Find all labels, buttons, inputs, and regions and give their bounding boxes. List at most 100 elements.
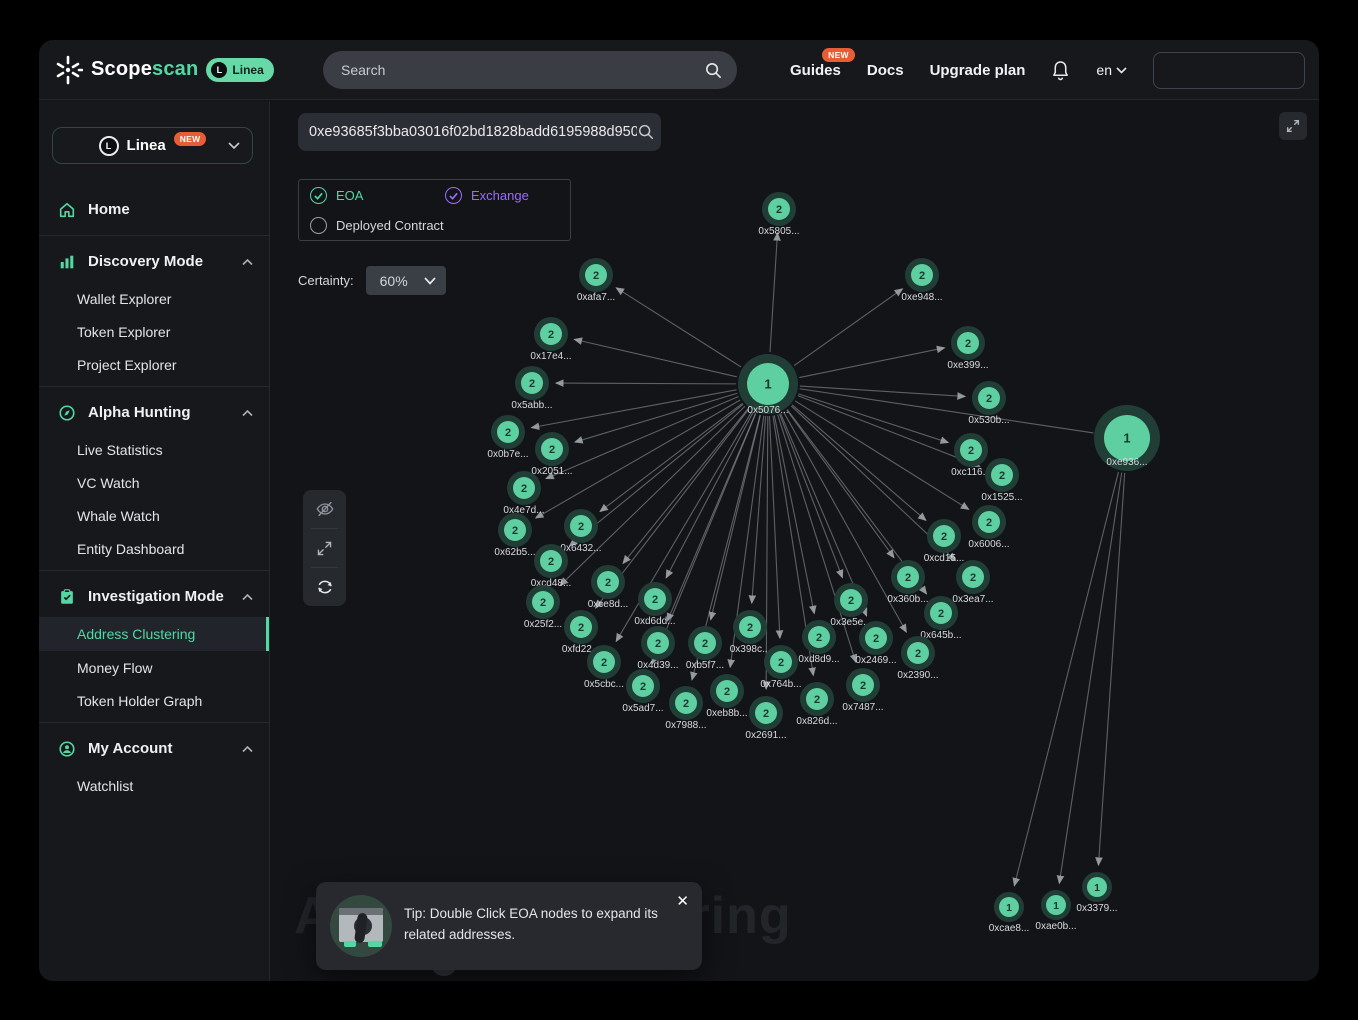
graph-node[interactable]: 20xc116... <box>951 433 991 478</box>
svg-text:2: 2 <box>763 708 769 720</box>
graph-node[interactable]: 20xeb8b... <box>706 674 747 719</box>
sidebar-item-wallet-explorer[interactable]: Wallet Explorer <box>39 282 269 315</box>
legend-eoa[interactable]: EOA <box>310 187 363 204</box>
graph-node[interactable]: 20x0b7e... <box>487 415 528 460</box>
app-window: Scopescan L Linea Search Guides NEW Docs… <box>39 40 1319 981</box>
sidebar-section-discovery-mode[interactable]: Discovery Mode <box>39 241 269 282</box>
graph-node[interactable]: 20x398c... <box>730 610 771 655</box>
sidebar-item-token-holder-graph[interactable]: Token Holder Graph <box>39 684 269 717</box>
fullscreen-button[interactable] <box>1279 112 1307 140</box>
guides-link[interactable]: Guides NEW <box>790 62 841 79</box>
graph-node[interactable]: 20xd6dd... <box>634 582 675 627</box>
sidebar-item-live-statistics[interactable]: Live Statistics <box>39 433 269 466</box>
graph-node[interactable]: 20x4d39... <box>637 626 678 671</box>
node-address-label: 0xafa7... <box>577 292 615 303</box>
svg-text:2: 2 <box>848 595 854 607</box>
header-network-badge: L Linea <box>206 58 273 82</box>
node-address-label: 0xeb8b... <box>706 708 747 719</box>
network-selector[interactable]: L Linea NEW <box>52 127 253 164</box>
svg-text:2: 2 <box>505 427 511 439</box>
graph-node[interactable]: 10x5076... <box>738 354 798 416</box>
svg-text:2: 2 <box>549 444 555 456</box>
expand-icon <box>315 539 334 558</box>
graph-node[interactable]: 20x826d... <box>796 682 837 727</box>
graph-canvas[interactable]: Address Clustering 10x5076...10xe936...2… <box>270 100 1319 981</box>
graph-node[interactable]: 20x7988... <box>665 686 706 731</box>
sidebar-item-entity-dashboard[interactable]: Entity Dashboard <box>39 532 269 565</box>
sidebar-section-my-account[interactable]: My Account <box>39 728 269 769</box>
graph-node[interactable]: 20x360b... <box>887 560 928 605</box>
graph-node[interactable]: 20x5805... <box>758 192 799 237</box>
graph-node[interactable]: 20x6006... <box>968 505 1009 550</box>
fullscreen-icon <box>1285 118 1301 134</box>
header-action-button[interactable] <box>1153 52 1305 89</box>
graph-node[interactable]: 20x1525... <box>981 458 1022 503</box>
tip-illustration <box>330 895 392 957</box>
graph-node[interactable]: 20x2051... <box>531 432 572 477</box>
global-search[interactable]: Search <box>323 51 737 89</box>
language-selector[interactable]: en <box>1096 62 1127 78</box>
graph-node[interactable]: 20x25f2... <box>524 585 562 630</box>
node-address-label: 0x6006... <box>968 539 1009 550</box>
sidebar-item-watchlist[interactable]: Watchlist <box>39 769 269 802</box>
divider <box>39 235 269 236</box>
svg-text:2: 2 <box>529 378 535 390</box>
sidebar-item-project-explorer[interactable]: Project Explorer <box>39 348 269 381</box>
svg-text:2: 2 <box>968 445 974 457</box>
svg-text:2: 2 <box>986 393 992 405</box>
node-address-label: 0x530b... <box>968 415 1009 426</box>
svg-text:2: 2 <box>652 594 658 606</box>
divider <box>39 386 269 387</box>
graph-node[interactable]: 20xafa7... <box>577 258 615 303</box>
search-icon[interactable] <box>637 123 655 141</box>
address-search-input[interactable]: 0xe93685f3bba03016f02bd1828badd6195988d9… <box>298 113 661 151</box>
docs-link[interactable]: Docs <box>867 62 904 79</box>
legend-exchange[interactable]: Exchange <box>445 187 529 204</box>
graph-node[interactable]: 10xe936... <box>1094 405 1160 471</box>
graph-node[interactable]: 10x3379... <box>1076 872 1117 914</box>
graph-node[interactable]: 20x17e4... <box>530 317 571 362</box>
graph-node[interactable]: 20xce8d... <box>588 565 629 610</box>
graph-node[interactable]: 20xe399... <box>947 326 988 371</box>
graph-node[interactable]: 20x6432... <box>560 509 601 554</box>
graph-node[interactable]: 10xcae8... <box>989 892 1030 934</box>
graph-node[interactable]: 20x2691... <box>745 696 786 741</box>
legend-deployed-contract[interactable]: Deployed Contract <box>310 217 444 234</box>
fit-view-button[interactable] <box>303 529 346 567</box>
chevron-up-icon <box>242 253 253 271</box>
graph-node[interactable]: 20xcd15... <box>924 519 965 564</box>
graph-node[interactable]: 20x4e7d... <box>503 471 544 516</box>
hide-labels-button[interactable] <box>303 490 346 528</box>
graph-node[interactable]: 2 0x530b... <box>968 381 1009 426</box>
clipboard-icon <box>57 587 77 607</box>
certainty-dropdown[interactable]: 60% <box>366 266 446 295</box>
graph-node[interactable]: 20x5abb... <box>511 366 552 411</box>
node-address-label: 0x25f2... <box>524 619 562 630</box>
graph-node[interactable]: 20x3e5e... <box>830 583 871 628</box>
sidebar-item-vc-watch[interactable]: VC Watch <box>39 466 269 499</box>
sidebar-item-home[interactable]: Home <box>39 189 269 230</box>
graph-node[interactable]: 20x5ad7... <box>622 669 663 714</box>
sidebar-section-alpha-hunting[interactable]: Alpha Hunting <box>39 392 269 433</box>
refresh-button[interactable] <box>303 568 346 606</box>
graph-node[interactable]: 10xae0b... <box>1035 890 1076 932</box>
sidebar-item-money-flow[interactable]: Money Flow <box>39 651 269 684</box>
node-address-label: 0xe936... <box>1106 457 1147 468</box>
sidebar-item-token-explorer[interactable]: Token Explorer <box>39 315 269 348</box>
graph-node[interactable]: 20xe948... <box>901 258 942 303</box>
notifications-bell-icon[interactable] <box>1051 60 1070 81</box>
graph-node[interactable]: 20x2390... <box>897 636 938 681</box>
sidebar-item-address-clustering[interactable]: Address Clustering <box>39 617 269 651</box>
graph-node[interactable]: 20x7487... <box>842 668 883 713</box>
graph-node[interactable]: 20xb5f7... <box>686 626 724 671</box>
linea-logo-icon: L <box>211 62 227 78</box>
graph-node[interactable]: 20x62b5... <box>494 513 535 558</box>
node-address-label: 0x7487... <box>842 702 883 713</box>
upgrade-plan-link[interactable]: Upgrade plan <box>930 62 1026 79</box>
svg-text:2: 2 <box>548 556 554 568</box>
graph-node[interactable]: 20x3ea7... <box>952 560 993 605</box>
sidebar-section-investigation-mode[interactable]: Investigation Mode <box>39 576 269 617</box>
svg-text:2: 2 <box>702 638 708 650</box>
sidebar-item-whale-watch[interactable]: Whale Watch <box>39 499 269 532</box>
close-icon[interactable]: ✕ <box>676 892 689 910</box>
